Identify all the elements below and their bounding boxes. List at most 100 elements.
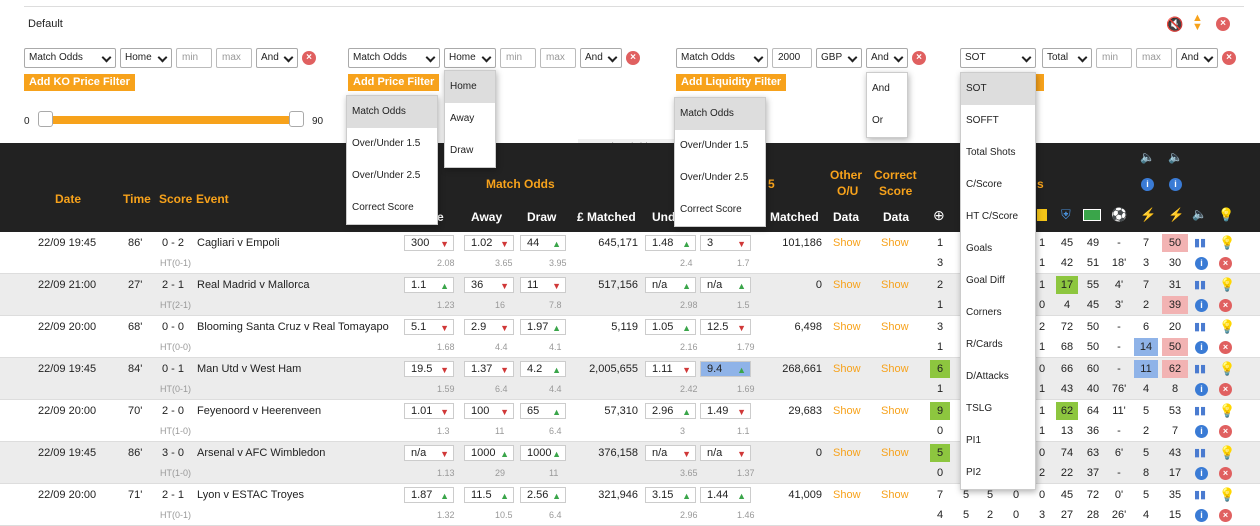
- col-draw[interactable]: Draw: [527, 210, 556, 224]
- add-column-icon[interactable]: ⊕: [933, 207, 945, 224]
- under-odds[interactable]: 1.11 ▼: [645, 361, 696, 377]
- draw-odds[interactable]: 44 ▲: [520, 235, 566, 251]
- other-ou-show-link[interactable]: Show: [833, 447, 861, 459]
- ko-market-select[interactable]: Match Odds: [24, 48, 116, 68]
- stat-option[interactable]: C/Score: [961, 169, 1035, 201]
- correct-score-show-link[interactable]: Show: [881, 363, 909, 375]
- close-icon[interactable]: ×: [1216, 17, 1230, 31]
- reorder-icon[interactable]: ▲ ▼: [1192, 13, 1203, 33]
- over-odds[interactable]: 9.4 ▲: [700, 361, 751, 377]
- liquidity-remove-icon[interactable]: ×: [912, 51, 926, 65]
- under-odds[interactable]: n/a ▼: [645, 445, 696, 461]
- price-market-select[interactable]: Match Odds: [348, 48, 440, 68]
- other-ou-show-link[interactable]: Show: [833, 363, 861, 375]
- price-max-input[interactable]: max: [540, 48, 576, 68]
- match-event[interactable]: Feyenoord v Heerenveen: [197, 405, 321, 417]
- chart-icon[interactable]: ▮▮: [1194, 446, 1206, 459]
- draw-odds[interactable]: 4.2 ▲: [520, 361, 566, 377]
- bulb-icon[interactable]: 💡: [1219, 487, 1235, 503]
- selection-option[interactable]: Draw: [445, 135, 495, 167]
- remove-row-icon[interactable]: ×: [1219, 509, 1232, 522]
- bulb-icon[interactable]: 💡: [1219, 445, 1235, 461]
- col-matched[interactable]: £ Matched: [577, 210, 636, 224]
- mute-icon[interactable]: 🔇: [1166, 16, 1183, 33]
- stat-option[interactable]: SOT: [961, 73, 1035, 105]
- other-ou-show-link[interactable]: Show: [833, 405, 861, 417]
- chart-icon[interactable]: ▮▮: [1194, 362, 1206, 375]
- liquidity-option[interactable]: Over/Under 2.5: [675, 162, 765, 194]
- info-icon[interactable]: i: [1195, 299, 1208, 312]
- currency-select[interactable]: GBP: [816, 48, 862, 68]
- stat-min-input[interactable]: min: [1096, 48, 1132, 68]
- market-option[interactable]: Correct Score: [347, 192, 437, 224]
- add-ko-price-filter-button[interactable]: Add KO Price Filter: [24, 74, 135, 91]
- away-odds[interactable]: 2.9 ▼: [464, 319, 514, 335]
- draw-odds[interactable]: 1.97 ▲: [520, 319, 566, 335]
- col-away[interactable]: Away: [471, 210, 502, 224]
- match-event[interactable]: Lyon v ESTAC Troyes: [197, 489, 304, 501]
- liquidity-option[interactable]: Match Odds: [675, 98, 765, 130]
- slider-min-handle[interactable]: [38, 111, 53, 127]
- market-option[interactable]: Match Odds: [347, 96, 437, 128]
- match-event[interactable]: Arsenal v AFC Wimbledon: [197, 447, 325, 459]
- stat-option[interactable]: Goal Diff: [961, 265, 1035, 297]
- away-odds[interactable]: 36 ▼: [464, 277, 514, 293]
- draw-odds[interactable]: 11 ▼: [520, 277, 566, 293]
- stat-option[interactable]: Goals: [961, 233, 1035, 265]
- draw-odds[interactable]: 1000 ▲: [520, 445, 566, 461]
- chart-icon[interactable]: ▮▮: [1194, 320, 1206, 333]
- selection-option[interactable]: Away: [445, 103, 495, 135]
- away-odds[interactable]: 100 ▼: [464, 403, 514, 419]
- info-icon[interactable]: i: [1195, 341, 1208, 354]
- home-odds[interactable]: 1.87 ▲: [404, 487, 454, 503]
- remove-row-icon[interactable]: ×: [1219, 425, 1232, 438]
- remove-row-icon[interactable]: ×: [1219, 383, 1232, 396]
- minute-slider[interactable]: [40, 116, 304, 124]
- match-event[interactable]: Man Utd v West Ham: [197, 363, 301, 375]
- selection-option[interactable]: Home: [445, 71, 495, 103]
- op-option[interactable]: Or: [867, 105, 907, 137]
- market-option[interactable]: Over/Under 2.5: [347, 160, 437, 192]
- under-odds[interactable]: 1.48 ▲: [645, 235, 696, 251]
- match-event[interactable]: Real Madrid v Mallorca: [197, 279, 309, 291]
- home-odds[interactable]: 19.5 ▼: [404, 361, 454, 377]
- correct-score-show-link[interactable]: Show: [881, 279, 909, 291]
- stat-option[interactable]: Corners: [961, 297, 1035, 329]
- remove-row-icon[interactable]: ×: [1219, 467, 1232, 480]
- stat-max-input[interactable]: max: [1136, 48, 1172, 68]
- draw-odds[interactable]: 65 ▲: [520, 403, 566, 419]
- correct-score-show-link[interactable]: Show: [881, 447, 909, 459]
- price-op-select[interactable]: And: [580, 48, 622, 68]
- chart-icon[interactable]: ▮▮: [1194, 278, 1206, 291]
- remove-row-icon[interactable]: ×: [1219, 341, 1232, 354]
- liquidity-op-select[interactable]: And: [866, 48, 908, 68]
- col-under[interactable]: Und: [652, 210, 675, 224]
- correct-score-show-link[interactable]: Show: [881, 489, 909, 501]
- stat-option[interactable]: PI1: [961, 425, 1035, 457]
- price-selection-select[interactable]: Home: [444, 48, 496, 68]
- home-odds[interactable]: n/a ▼: [404, 445, 454, 461]
- info-icon-2[interactable]: i: [1169, 178, 1182, 191]
- ko-remove-icon[interactable]: ×: [302, 51, 316, 65]
- under-odds[interactable]: 1.05 ▲: [645, 319, 696, 335]
- col-score[interactable]: Score: [159, 192, 192, 206]
- correct-score-show-link[interactable]: Show: [881, 321, 909, 333]
- over-odds[interactable]: 1.44 ▲: [700, 487, 751, 503]
- other-ou-show-link[interactable]: Show: [833, 237, 861, 249]
- bulb-icon[interactable]: 💡: [1219, 277, 1235, 293]
- bulb-icon[interactable]: 💡: [1219, 235, 1235, 251]
- stat-scope-select[interactable]: Total: [1042, 48, 1092, 68]
- add-stat-filter-button[interactable]: [1036, 74, 1044, 91]
- stat-op-select[interactable]: And: [1176, 48, 1218, 68]
- stat-option[interactable]: TSLG: [961, 393, 1035, 425]
- add-liquidity-filter-button[interactable]: Add Liquidity Filter: [676, 74, 787, 91]
- over-odds[interactable]: 12.5 ▼: [700, 319, 751, 335]
- ko-min-input[interactable]: min: [176, 48, 212, 68]
- col-home[interactable]: e: [437, 210, 444, 224]
- col-event[interactable]: Event: [196, 192, 229, 206]
- info-icon-1[interactable]: i: [1141, 178, 1154, 191]
- stat-option[interactable]: D/Attacks: [961, 361, 1035, 393]
- away-odds[interactable]: 11.5 ▲: [464, 487, 514, 503]
- liquidity-option[interactable]: Correct Score: [675, 194, 765, 226]
- price-remove-icon[interactable]: ×: [626, 51, 640, 65]
